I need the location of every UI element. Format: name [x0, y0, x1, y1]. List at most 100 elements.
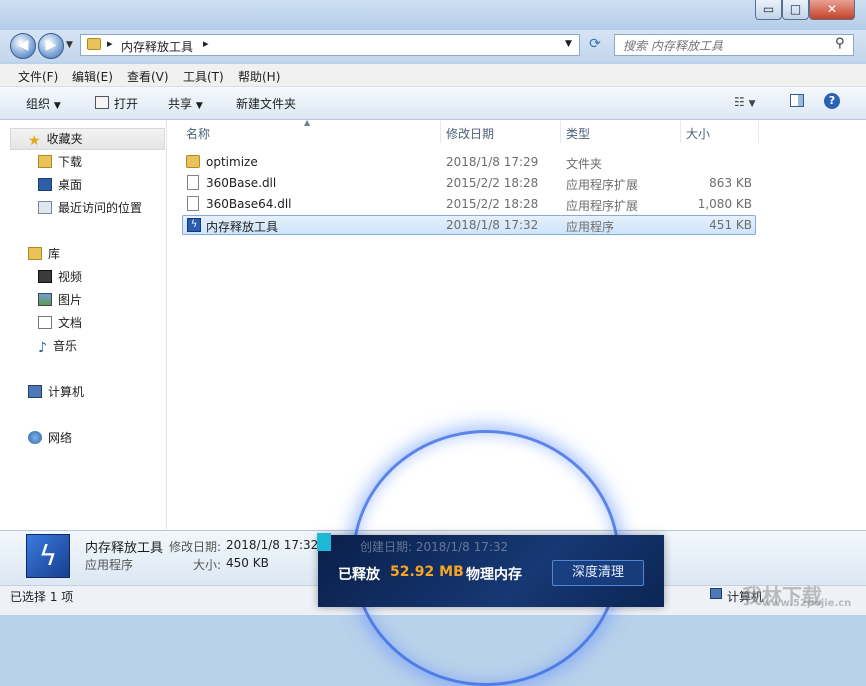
downloads-folder-icon	[38, 155, 52, 168]
file-date: 2015/2/2 18:28	[446, 176, 539, 190]
lightning-app-icon: ϟ	[187, 218, 201, 232]
search-box[interactable]: ⚲	[614, 34, 854, 56]
popup-released-amount: 52.92 MB	[390, 564, 464, 580]
recent-pages-dropdown-icon[interactable]: ▼	[66, 40, 73, 50]
menu-view[interactable]: 查看(V)	[127, 68, 169, 85]
nav-recent-places-label: 最近访问的位置	[58, 201, 143, 215]
desktop-icon	[38, 178, 52, 191]
ghost-date-text: 创建日期: 2018/1/8 17:32	[360, 540, 509, 554]
nav-videos-label: 视频	[58, 270, 83, 284]
nav-favorites[interactable]: ★ 收藏夹	[28, 130, 83, 149]
column-header-name[interactable]: 名称	[186, 125, 210, 142]
nav-videos[interactable]: 视频	[38, 268, 82, 286]
file-row-optimize[interactable]: optimize 2018/1/8 17:29 文件夹	[182, 152, 756, 172]
new-folder-button[interactable]: 新建文件夹	[236, 95, 296, 112]
close-button[interactable]: ✕	[809, 0, 855, 20]
file-row-360base64-dll[interactable]: 360Base64.dll 2015/2/2 18:28 应用程序扩展 1,08…	[182, 194, 756, 214]
nav-music-label: 音乐	[52, 339, 77, 353]
libraries-icon	[28, 247, 42, 260]
column-divider[interactable]	[680, 121, 681, 143]
file-name: 360Base.dll	[206, 176, 277, 190]
file-date: 2015/2/2 18:28	[446, 197, 539, 211]
open-icon	[95, 96, 109, 109]
column-header-size[interactable]: 大小	[686, 125, 710, 142]
breadcrumb-separator[interactable]: ▸	[107, 37, 113, 50]
title-bar	[0, 0, 866, 30]
file-type: 应用程序扩展	[566, 178, 639, 192]
nav-documents-label: 文档	[58, 316, 83, 330]
forward-button[interactable]: ▶	[38, 33, 64, 59]
open-button[interactable]: 打开	[95, 95, 138, 112]
file-row-memory-tool[interactable]: ϟ 内存释放工具 2018/1/8 17:32 应用程序 451 KB	[182, 215, 756, 235]
nav-libraries-label: 库	[48, 247, 61, 261]
music-icon: ♪	[38, 340, 47, 356]
refresh-icon[interactable]: ⟳	[584, 36, 606, 54]
column-divider[interactable]	[560, 121, 561, 143]
popup-released-label: 已释放	[338, 567, 380, 583]
menu-help[interactable]: 帮助(H)	[238, 68, 280, 85]
dll-file-icon	[187, 196, 199, 211]
file-size: 1,080 KB	[697, 197, 752, 211]
share-label: 共享	[168, 97, 193, 111]
file-type: 应用程序扩展	[566, 199, 639, 213]
popup-accent-mark	[317, 533, 331, 551]
minimize-button[interactable]: ▭	[755, 0, 782, 20]
column-divider[interactable]	[440, 121, 441, 143]
nav-downloads[interactable]: 下载	[38, 153, 82, 171]
column-header-date[interactable]: 修改日期	[446, 125, 494, 142]
forward-arrow-icon: ▶	[45, 37, 57, 53]
share-dropdown-icon: ▼	[195, 101, 203, 111]
nav-pictures-label: 图片	[58, 293, 83, 307]
back-button[interactable]: ◀	[10, 33, 36, 59]
organize-button[interactable]: 组织 ▼	[26, 95, 61, 112]
file-size: 863 KB	[709, 176, 752, 190]
search-icon[interactable]: ⚲	[835, 36, 845, 51]
pictures-icon	[38, 293, 52, 306]
folder-icon	[186, 155, 200, 168]
recent-places-icon	[38, 201, 52, 214]
nav-libraries[interactable]: 库	[28, 245, 60, 263]
nav-network[interactable]: 网络	[28, 429, 72, 447]
file-name: 内存释放工具	[206, 220, 279, 234]
breadcrumb-current-folder[interactable]: 内存释放工具	[121, 38, 193, 55]
nav-desktop[interactable]: 桌面	[38, 176, 82, 194]
nav-music[interactable]: ♪ 音乐	[38, 337, 77, 356]
column-divider[interactable]	[758, 121, 759, 143]
nav-documents[interactable]: 文档	[38, 314, 82, 332]
address-dropdown-icon[interactable]: ▼	[565, 39, 572, 49]
popup-physical-memory-label: 物理内存	[466, 567, 522, 583]
file-name: optimize	[206, 155, 258, 169]
menu-tools[interactable]: 工具(T)	[183, 68, 224, 85]
file-row-360base-dll[interactable]: 360Base.dll 2015/2/2 18:28 应用程序扩展 863 KB	[182, 173, 756, 193]
star-icon: ★	[28, 133, 41, 149]
details-date-value: 2018/1/8 17:32	[226, 538, 319, 552]
menu-edit[interactable]: 编辑(E)	[72, 68, 113, 85]
share-button[interactable]: 共享 ▼	[168, 95, 203, 112]
file-size: 451 KB	[709, 218, 752, 232]
computer-icon	[28, 385, 42, 398]
deep-clean-button[interactable]: 深度清理	[552, 560, 644, 586]
nav-recent-places[interactable]: 最近访问的位置	[38, 199, 142, 217]
status-selection-text: 已选择 1 项	[10, 590, 74, 604]
details-size-value: 450 KB	[226, 556, 269, 570]
help-icon[interactable]: ?	[824, 93, 840, 109]
column-header-type[interactable]: 类型	[566, 125, 590, 142]
maximize-button[interactable]: □	[782, 0, 809, 20]
status-computer-icon	[710, 588, 722, 599]
file-date: 2018/1/8 17:29	[446, 155, 539, 169]
address-bar[interactable]: ▸ 内存释放工具 ▸ ▼	[80, 34, 580, 56]
breadcrumb-separator-end[interactable]: ▸	[203, 37, 209, 50]
view-options-icon[interactable]: ☷ ▼	[734, 95, 756, 109]
nav-pictures[interactable]: 图片	[38, 291, 82, 309]
nav-desktop-label: 桌面	[58, 178, 83, 192]
preview-pane-icon[interactable]	[790, 94, 804, 107]
menu-file[interactable]: 文件(F)	[18, 68, 58, 85]
minimize-icon: ▭	[762, 2, 775, 16]
search-input[interactable]	[621, 37, 825, 55]
nav-computer[interactable]: 计算机	[28, 383, 84, 401]
organize-label: 组织	[26, 97, 51, 111]
watermark-url: www.52pojie.cn	[762, 598, 852, 609]
file-type: 应用程序	[566, 220, 615, 234]
nav-network-label: 网络	[48, 431, 73, 445]
maximize-icon: □	[789, 2, 802, 16]
